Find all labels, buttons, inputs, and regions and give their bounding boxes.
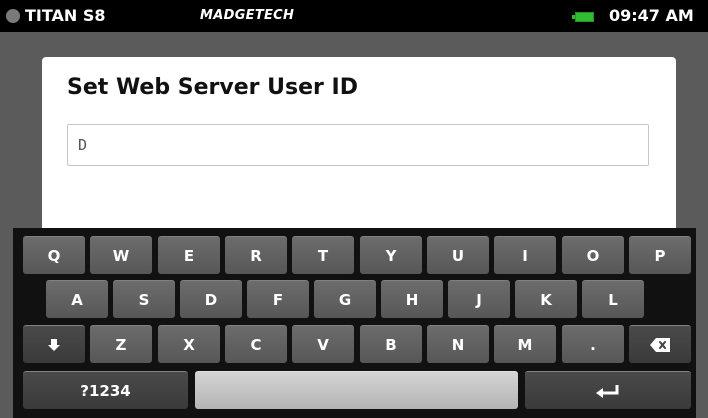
device-name: TITAN S8 — [25, 6, 106, 25]
enter-key[interactable] — [525, 371, 691, 409]
enter-return-icon — [596, 384, 619, 398]
key-period[interactable]: . — [562, 325, 624, 363]
status-bar: TITAN S8 MADGETECH 09:47 AM — [0, 0, 708, 32]
key-o[interactable]: O — [562, 236, 624, 274]
user-id-dialog: Set Web Server User ID D — [42, 57, 676, 257]
key-x[interactable]: X — [158, 325, 220, 363]
key-h[interactable]: H — [381, 280, 443, 318]
shift-down-arrow-icon — [48, 338, 60, 351]
brand-logo: MADGETECH — [200, 8, 295, 23]
key-n[interactable]: N — [427, 325, 489, 363]
symbols-key[interactable]: ?1234 — [23, 371, 188, 409]
key-e[interactable]: E — [158, 236, 220, 274]
key-v[interactable]: V — [292, 325, 354, 363]
shift-key[interactable] — [23, 325, 85, 363]
key-j[interactable]: J — [448, 280, 510, 318]
key-c[interactable]: C — [225, 325, 287, 363]
space-key[interactable] — [195, 371, 518, 409]
key-u[interactable]: U — [427, 236, 489, 274]
status-indicator-icon — [6, 9, 20, 23]
dialog-title: Set Web Server User ID — [67, 75, 358, 100]
backspace-icon — [650, 337, 670, 352]
key-a[interactable]: A — [46, 280, 108, 318]
key-q[interactable]: Q — [23, 236, 85, 274]
backspace-key[interactable] — [629, 325, 691, 363]
key-y[interactable]: Y — [360, 236, 422, 274]
key-r[interactable]: R — [225, 236, 287, 274]
key-l[interactable]: L — [582, 280, 644, 318]
key-m[interactable]: M — [494, 325, 556, 363]
clock: 09:47 AM — [609, 6, 694, 25]
key-f[interactable]: F — [247, 280, 309, 318]
key-w[interactable]: W — [90, 236, 152, 274]
key-i[interactable]: I — [494, 236, 556, 274]
key-k[interactable]: K — [515, 280, 577, 318]
key-p[interactable]: P — [629, 236, 691, 274]
key-g[interactable]: G — [314, 280, 376, 318]
battery-icon — [572, 12, 594, 22]
key-b[interactable]: B — [360, 325, 422, 363]
user-id-input[interactable]: D — [67, 124, 649, 166]
key-z[interactable]: Z — [90, 325, 152, 363]
key-d[interactable]: D — [180, 280, 242, 318]
key-s[interactable]: S — [113, 280, 175, 318]
user-id-input-value: D — [78, 136, 88, 154]
on-screen-keyboard: Q W E R T Y U I O P A S D F G H J K L Z … — [13, 228, 696, 418]
key-t[interactable]: T — [292, 236, 354, 274]
